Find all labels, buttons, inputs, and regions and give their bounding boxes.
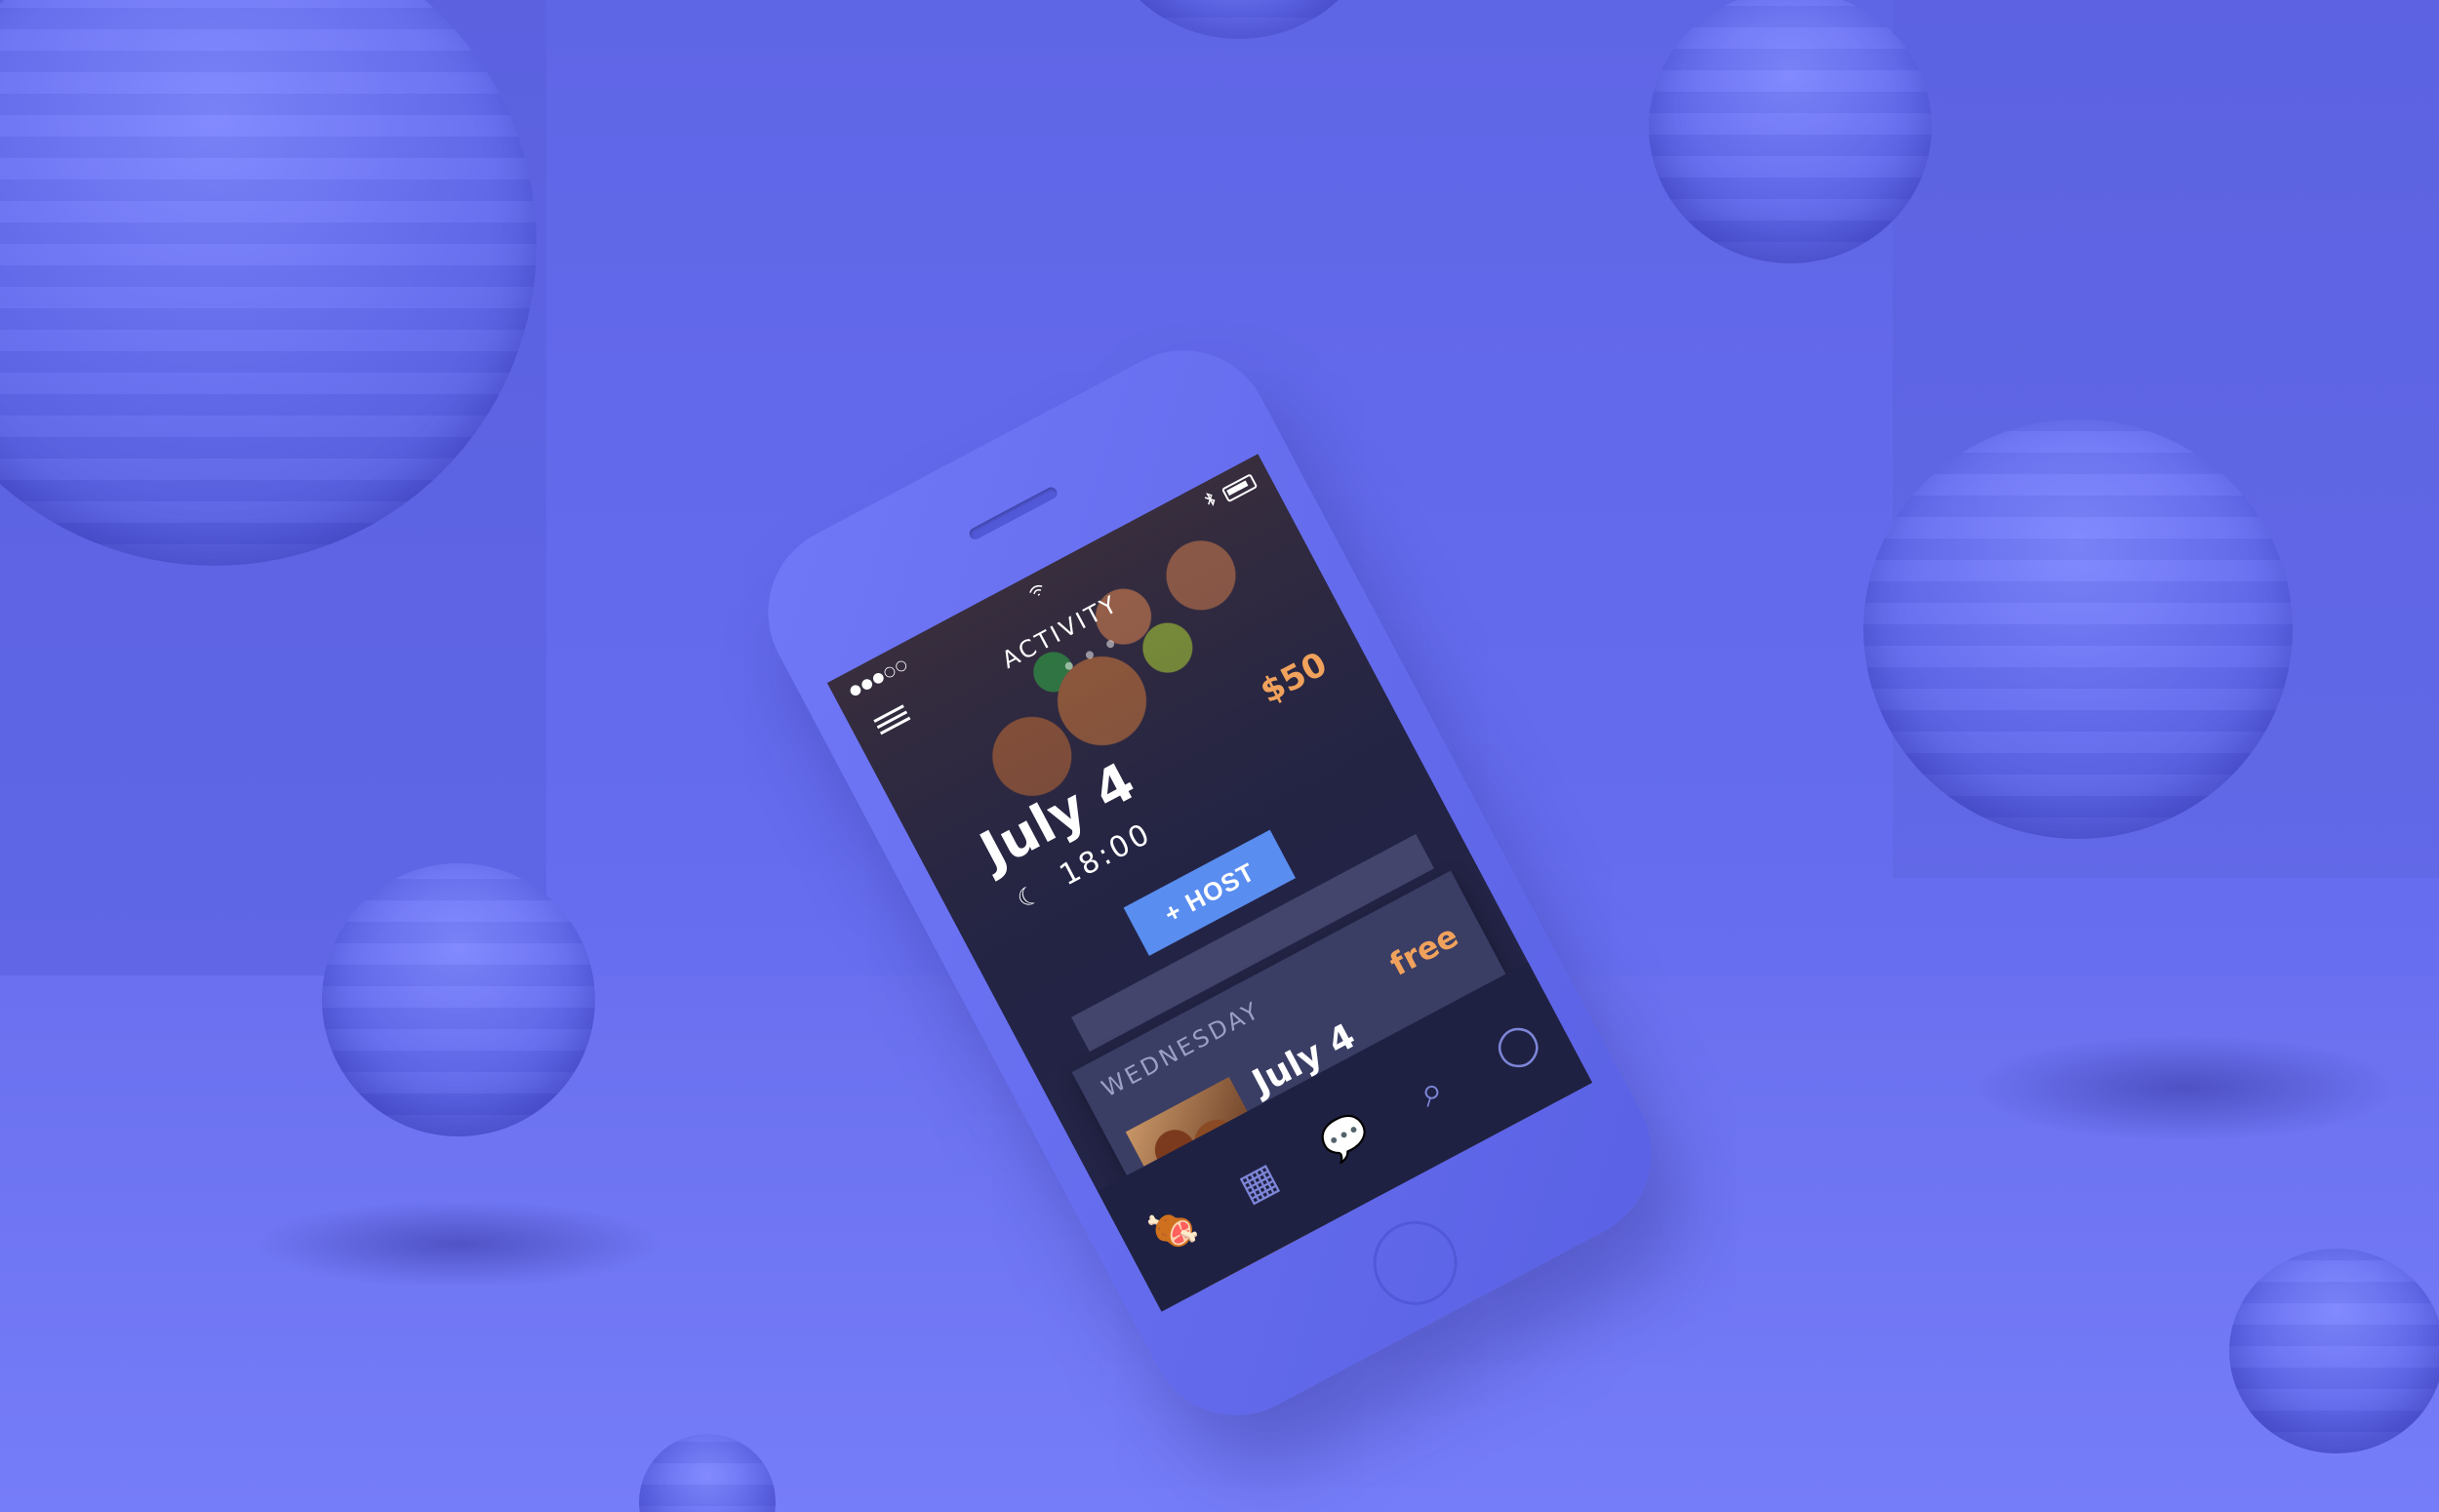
sphere-top-right: [1649, 0, 1932, 263]
sphere-top-center: [1093, 0, 1385, 39]
home-button[interactable]: [1358, 1206, 1472, 1320]
chat-icon[interactable]: 💬: [1299, 1091, 1391, 1183]
ham-icon[interactable]: 🍖: [1127, 1182, 1220, 1275]
list-item-price: free: [1383, 917, 1464, 983]
sphere-left-mid: [322, 863, 595, 1136]
calendar-icon[interactable]: ▦: [1213, 1136, 1305, 1229]
search-icon[interactable]: ⌕: [1384, 1045, 1477, 1137]
bluetooth-icon: [1202, 490, 1220, 511]
phone-mockup: ●●●○○ ACTIVITY $50 July 4 ☾ 18:00 + HOST…: [737, 319, 1805, 1447]
phone-screen: ●●●○○ ACTIVITY $50 July 4 ☾ 18:00 + HOST…: [826, 454, 1593, 1312]
phone-body: ●●●○○ ACTIVITY $50 July 4 ☾ 18:00 + HOST…: [737, 319, 1683, 1447]
profile-icon[interactable]: ◯: [1471, 999, 1564, 1092]
shadow-right: [1971, 1034, 2400, 1141]
sphere-bottom-right: [2229, 1249, 2439, 1453]
sphere-right: [1863, 419, 2293, 839]
earpiece: [967, 485, 1060, 541]
shadow-left: [254, 1200, 663, 1288]
